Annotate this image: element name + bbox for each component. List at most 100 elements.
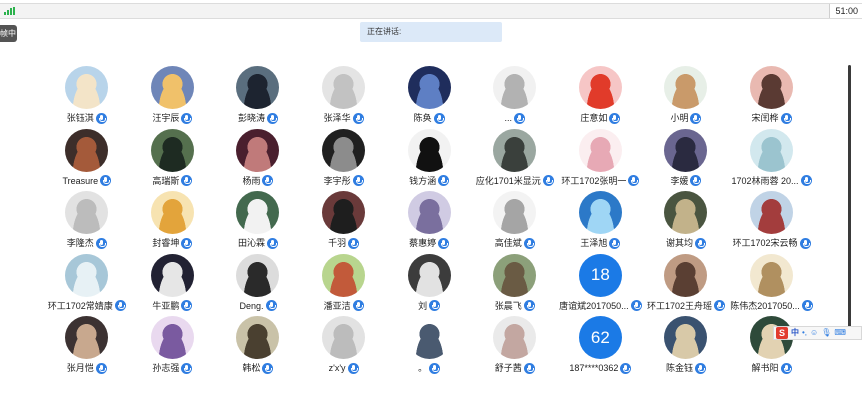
microphone-icon[interactable]	[542, 175, 554, 186]
microphone-icon[interactable]	[514, 112, 526, 124]
microphone-icon[interactable]	[348, 237, 360, 249]
participant-tile[interactable]: 千羽	[301, 191, 387, 254]
ime-voice-icon[interactable]: 🎙	[821, 327, 831, 339]
participant-tile[interactable]: 陈奂	[386, 66, 472, 129]
participant-tile[interactable]: 韩松	[215, 316, 301, 379]
microphone-icon[interactable]	[620, 362, 632, 374]
participant-tile[interactable]: 李宇彤	[301, 128, 387, 192]
ime-language-toggle[interactable]: 中	[791, 327, 799, 339]
microphone-icon[interactable]	[799, 237, 811, 249]
microphone-icon[interactable]	[352, 175, 364, 186]
participant-tile[interactable]: 汪宇辰	[130, 66, 216, 129]
participant-tile[interactable]: 庄意如	[558, 66, 644, 129]
microphone-icon[interactable]	[609, 237, 621, 249]
microphone-icon[interactable]	[181, 362, 193, 374]
participant-tile[interactable]: 。	[386, 316, 472, 379]
participant-tile[interactable]: 彭晓涛	[215, 66, 301, 129]
participant-tile[interactable]: 环工1702宋云畅	[729, 191, 815, 254]
participant-tile[interactable]: 牛亚鹏	[130, 253, 216, 317]
microphone-icon[interactable]	[95, 237, 107, 249]
participant-tile[interactable]: 杨雨	[215, 128, 301, 192]
participant-tile[interactable]: 1702林雨蓉 20...	[729, 128, 815, 192]
ime-punctuation-icon[interactable]: •,	[802, 327, 807, 339]
side-collapse-tab[interactable]: 帧中	[0, 25, 17, 42]
participant-tile[interactable]: 舒子茜	[472, 316, 558, 379]
participant-tile[interactable]: 孙志强	[130, 316, 216, 379]
microphone-icon[interactable]	[609, 112, 621, 124]
microphone-icon[interactable]	[429, 362, 441, 374]
participant-tile[interactable]: 高佳斌	[472, 191, 558, 254]
participant-name-row: 千羽	[328, 237, 360, 249]
microphone-icon[interactable]	[801, 300, 813, 311]
participant-tile[interactable]: 钱方涵	[386, 128, 472, 192]
microphone-icon[interactable]	[630, 300, 642, 311]
microphone-icon[interactable]	[95, 112, 107, 124]
avatar-number: 62	[578, 316, 622, 359]
microphone-icon[interactable]	[181, 175, 193, 186]
participant-tile[interactable]: 18 唐谊斌2017050...	[558, 253, 644, 317]
participant-tile[interactable]: 王泽旭	[558, 191, 644, 254]
microphone-icon[interactable]	[690, 175, 702, 186]
participant-tile[interactable]: 环工1702张明一	[558, 128, 644, 192]
participant-tile[interactable]: 张泽华	[301, 66, 387, 129]
microphone-icon[interactable]	[694, 237, 706, 249]
sogou-logo-icon[interactable]: S	[776, 327, 788, 339]
participant-tile[interactable]: 张月恺	[44, 316, 130, 379]
participant-tile[interactable]: 李媛	[643, 128, 729, 192]
microphone-icon[interactable]	[266, 112, 278, 124]
microphone-icon[interactable]	[433, 112, 445, 124]
microphone-icon[interactable]	[262, 175, 274, 186]
microphone-icon[interactable]	[347, 362, 359, 374]
participant-tile[interactable]: 蔡惠婷	[386, 191, 472, 254]
participant-tile[interactable]: 封睿坤	[130, 191, 216, 254]
microphone-icon[interactable]	[523, 237, 535, 249]
microphone-icon[interactable]	[438, 237, 450, 249]
participant-tile[interactable]: 应化1701米显沅	[472, 128, 558, 192]
microphone-icon[interactable]	[523, 362, 535, 374]
participant-tile[interactable]: 张晨飞	[472, 253, 558, 317]
microphone-icon[interactable]	[266, 237, 278, 249]
microphone-icon[interactable]	[95, 362, 107, 374]
participant-tile[interactable]: 陈伟杰2017050...	[729, 253, 815, 317]
participant-tile[interactable]: 宋闰桦	[729, 66, 815, 129]
microphone-icon[interactable]	[780, 362, 792, 374]
participant-tile[interactable]: 高瑞斯	[130, 128, 216, 192]
microphone-icon[interactable]	[429, 300, 441, 311]
microphone-icon[interactable]	[523, 300, 535, 311]
microphone-icon[interactable]	[114, 300, 126, 311]
microphone-icon[interactable]	[181, 237, 193, 249]
microphone-icon[interactable]	[438, 175, 450, 186]
ime-keyboard-icon[interactable]: ⌨	[834, 327, 846, 339]
microphone-icon[interactable]	[262, 362, 274, 374]
participant-tile[interactable]: 小明	[643, 66, 729, 129]
participant-tile[interactable]: 陈金钰	[643, 316, 729, 379]
microphone-icon[interactable]	[628, 175, 640, 186]
microphone-icon[interactable]	[181, 112, 193, 124]
microphone-icon[interactable]	[352, 300, 364, 311]
microphone-icon[interactable]	[690, 112, 702, 124]
microphone-icon[interactable]	[800, 175, 812, 186]
participant-tile[interactable]: 张钰淇	[44, 66, 130, 129]
participant-tile[interactable]: 田沁霖	[215, 191, 301, 254]
ime-emoji-icon[interactable]: ☺	[810, 327, 818, 339]
microphone-icon[interactable]	[265, 300, 277, 311]
participant-tile[interactable]: 刘	[386, 253, 472, 317]
microphone-icon[interactable]	[181, 300, 193, 311]
scrollbar-thumb[interactable]	[848, 65, 851, 335]
participant-tile[interactable]: 62 187****0362	[558, 316, 644, 379]
microphone-icon[interactable]	[780, 112, 792, 124]
participant-tile[interactable]: Treasure	[44, 128, 130, 192]
microphone-icon[interactable]	[352, 112, 364, 124]
participant-tile[interactable]: 环工1702王舟瑶	[643, 253, 729, 317]
participant-tile[interactable]: 李隆杰	[44, 191, 130, 254]
ime-toolbar[interactable]: S 中 •, ☺ 🎙 ⌨	[773, 326, 862, 340]
microphone-icon[interactable]	[694, 362, 706, 374]
microphone-icon[interactable]	[713, 300, 725, 311]
participant-tile[interactable]: 谢其均	[643, 191, 729, 254]
participant-tile[interactable]: ...	[472, 66, 558, 129]
participant-tile[interactable]: 潘亚洁	[301, 253, 387, 317]
microphone-icon[interactable]	[100, 175, 112, 186]
participant-tile[interactable]: Deng.	[215, 253, 301, 317]
participant-tile[interactable]: z'x'y	[301, 316, 387, 379]
participant-tile[interactable]: 环工1702常婧康	[44, 253, 130, 317]
